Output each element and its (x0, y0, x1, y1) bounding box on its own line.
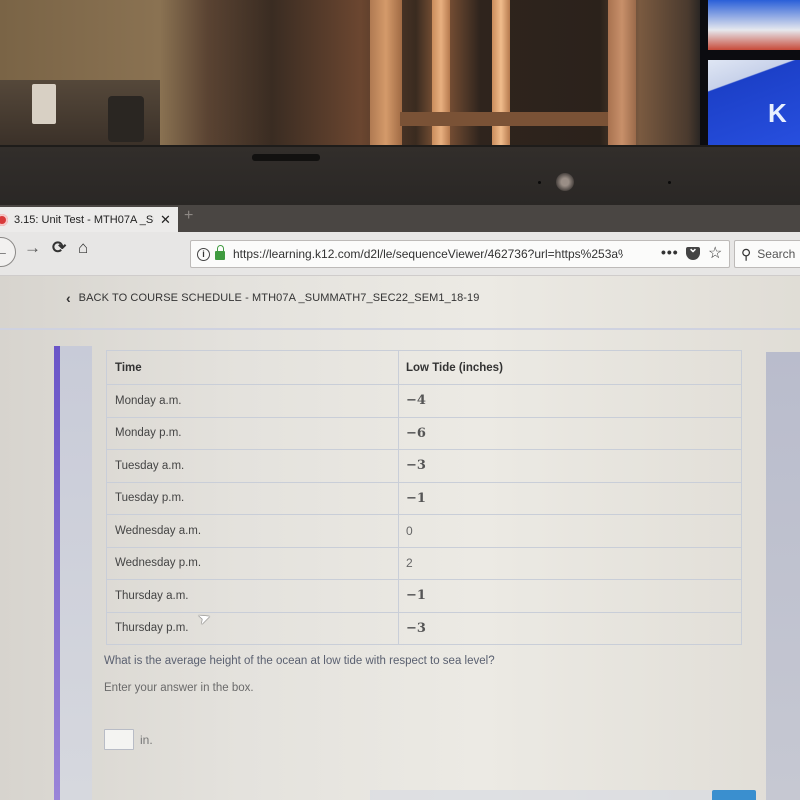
wood-post (370, 0, 402, 150)
info-icon[interactable]: i (197, 247, 210, 261)
table-header-row: Time Low Tide (inches) (106, 350, 742, 385)
time-cell: Thursday a.m. (106, 579, 399, 613)
laptop-bezel (0, 145, 800, 205)
search-placeholder: Search (757, 247, 796, 261)
question-prompt: What is the average height of the ocean … (104, 655, 495, 667)
unit-label: in. (140, 732, 153, 747)
column-header-low-tide: Low Tide (inches) (398, 350, 742, 385)
browser-tab-active[interactable]: 3.15: Unit Test - MTH07A _Sum ✕ (0, 207, 178, 232)
low-tide-cell: −1 (398, 579, 742, 613)
low-tide-cell: −1 (398, 481, 742, 515)
wood-post (432, 0, 450, 150)
home-icon[interactable]: ⌂ (78, 238, 88, 258)
low-tide-cell: 2 (398, 546, 742, 580)
more-actions-icon[interactable]: ••• (661, 244, 679, 260)
back-to-course-schedule-link[interactable]: ‹ BACK TO COURSE SCHEDULE - MTH07A _SUMM… (66, 290, 479, 306)
table-row: Wednesday p.m. 2 (106, 546, 742, 580)
web-page: ‹ BACK TO COURSE SCHEDULE - MTH07A _SUMM… (0, 276, 800, 800)
close-icon[interactable]: ✕ (160, 212, 171, 228)
new-tab-plus-icon[interactable]: + (184, 207, 193, 225)
question-navigation-bar[interactable] (370, 790, 750, 800)
low-tide-table: Time Low Tide (inches) Monday a.m. −4 Mo… (106, 350, 742, 645)
low-tide-cell: −6 (398, 416, 742, 450)
answer-input[interactable] (104, 729, 134, 750)
low-tide-cell: 0 (398, 514, 742, 548)
url-text[interactable]: https://learning.k12.com/d2l/le/sequence… (233, 247, 623, 261)
forward-arrow-icon[interactable]: → (24, 238, 41, 258)
answer-row: in. (104, 729, 153, 750)
time-cell: Monday a.m. (106, 384, 399, 418)
question-instruction: Enter your answer in the box. (104, 682, 254, 694)
time-cell: Wednesday p.m. (106, 546, 399, 580)
bookmark-star-icon[interactable]: ☆ (708, 243, 722, 263)
time-cell: Tuesday p.m. (106, 481, 399, 515)
question-content: Time Low Tide (inches) Monday a.m. −4 Mo… (92, 346, 766, 800)
table-row: Tuesday p.m. −1 (106, 481, 742, 515)
address-bar[interactable]: i https://learning.k12.com/d2l/le/sequen… (190, 240, 730, 268)
background-room: K (0, 0, 800, 150)
search-icon: ⚲ (741, 245, 752, 262)
back-button[interactable]: ← (0, 237, 16, 267)
tab-strip: 3.15: Unit Test - MTH07A _Sum ✕ (0, 205, 800, 232)
blender (108, 96, 144, 142)
right-side-panel (766, 352, 800, 800)
column-header-time: Time (106, 350, 399, 385)
pocket-icon[interactable] (686, 241, 700, 260)
low-tide-cell: −3 (398, 449, 742, 483)
table-row: Wednesday a.m. 0 (106, 514, 742, 548)
microphone-dot (668, 181, 671, 184)
low-tide-cell: −4 (398, 384, 742, 418)
next-button[interactable] (712, 790, 756, 800)
wood-post (492, 0, 510, 150)
chevron-left-icon: ‹ (66, 290, 71, 306)
table-row: Thursday a.m. −1 (106, 579, 742, 613)
course-header: ‹ BACK TO COURSE SCHEDULE - MTH07A _SUMM… (0, 276, 800, 330)
search-box[interactable]: ⚲ Search (734, 240, 800, 268)
bezel-slot (252, 154, 320, 161)
table-row: Monday p.m. −6 (106, 416, 742, 450)
reload-icon[interactable]: ⟳ (52, 238, 66, 258)
table-row: Monday a.m. −4 (106, 384, 742, 418)
wood-shelf (400, 112, 610, 126)
wood-post (608, 0, 636, 150)
back-arrow-icon: ← (0, 243, 9, 260)
tv-picture-top (708, 0, 800, 50)
tv-logo-letter: K (768, 98, 787, 128)
photo-of-laptop-screen: K 3.15: Unit Test - MTH07A _Sum ✕ + ← → … (0, 0, 800, 800)
back-link-label: BACK TO COURSE SCHEDULE - MTH07A _SUMMAT… (78, 292, 480, 304)
time-cell: Wednesday a.m. (106, 514, 399, 548)
k12-favicon-icon (0, 213, 8, 226)
browser-toolbar: ← → ⟳ ⌂ i https://learning.k12.com/d2l/l… (0, 232, 800, 276)
low-tide-cell: −3 (398, 611, 742, 645)
time-cell: Thursday p.m. (106, 611, 399, 645)
lock-icon (215, 245, 225, 260)
mug (32, 84, 56, 124)
tab-title: 3.15: Unit Test - MTH07A _Sum (14, 213, 154, 226)
time-cell: Monday p.m. (106, 416, 399, 450)
microphone-dot (538, 181, 541, 184)
time-cell: Tuesday a.m. (106, 449, 399, 483)
left-side-panel (60, 346, 92, 800)
webcam-icon (556, 173, 574, 191)
table-row: Tuesday a.m. −3 (106, 449, 742, 483)
